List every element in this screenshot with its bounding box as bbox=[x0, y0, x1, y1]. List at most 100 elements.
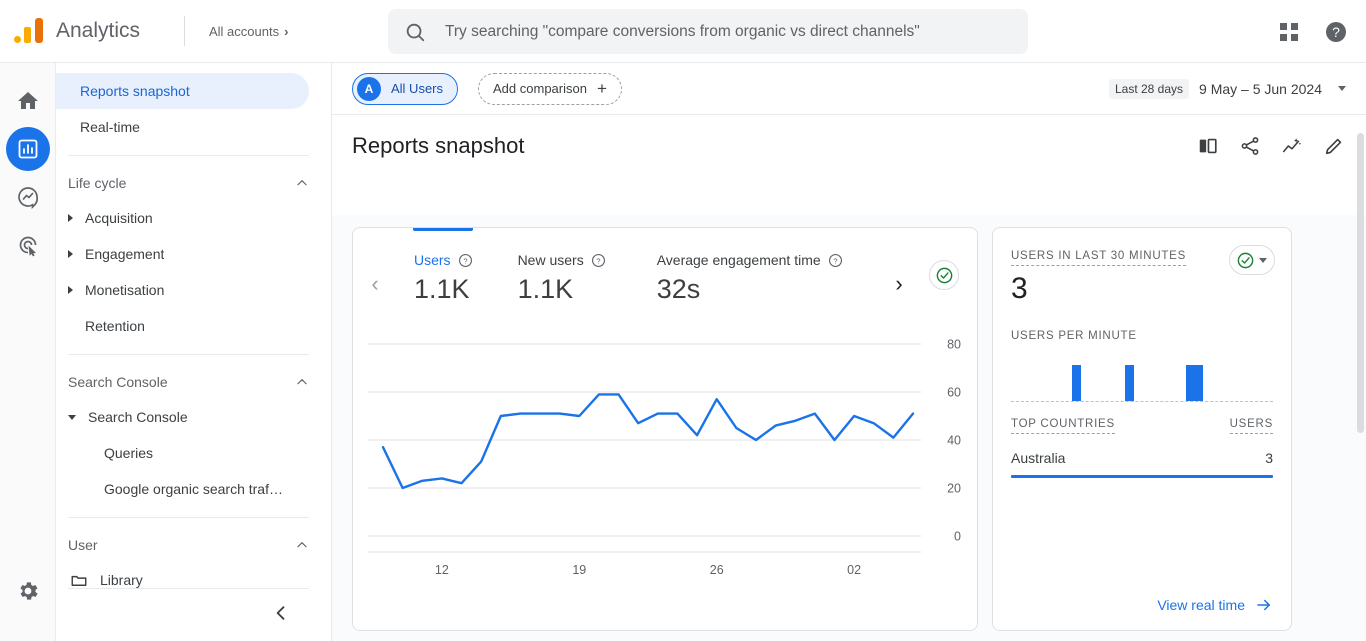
compare-icon bbox=[1199, 138, 1217, 154]
folder-icon bbox=[71, 575, 87, 586]
sidebar-item-queries[interactable]: Queries bbox=[56, 435, 309, 471]
svg-text:May: May bbox=[430, 578, 454, 580]
users-per-minute-bar bbox=[1194, 365, 1204, 401]
compare-button[interactable] bbox=[1194, 132, 1222, 160]
sidebar-item-monetisation[interactable]: Monetisation bbox=[56, 272, 309, 308]
avatar: A bbox=[357, 76, 381, 101]
search-icon bbox=[406, 23, 425, 41]
metric-value: 1.1K bbox=[414, 274, 470, 304]
rail-item-home[interactable] bbox=[6, 79, 50, 123]
app-header: Analytics All accounts › ? bbox=[0, 0, 1366, 63]
chevron-down-icon bbox=[68, 414, 76, 420]
arrow-right-icon bbox=[1257, 599, 1270, 611]
sidebar-item-label: Queries bbox=[104, 445, 154, 461]
chevron-up-icon bbox=[297, 379, 307, 385]
sidebar-item-google-organic-search-traffic[interactable]: Google organic search traf… bbox=[56, 471, 309, 507]
date-range-label: 9 May – 5 Jun 2024 bbox=[1199, 80, 1322, 97]
scrollbar[interactable] bbox=[1357, 133, 1364, 641]
rail-item-reports[interactable] bbox=[5, 127, 50, 171]
svg-text:?: ? bbox=[463, 256, 467, 265]
add-comparison-button[interactable]: Add comparison + bbox=[478, 72, 622, 105]
country-name: Australia bbox=[1011, 450, 1066, 466]
share-button[interactable] bbox=[1236, 132, 1264, 160]
metric-users[interactable]: Users ? 1.1K bbox=[414, 252, 473, 305]
search-input[interactable] bbox=[443, 21, 1012, 42]
sidebar-item-real-time[interactable]: Real-time bbox=[56, 109, 309, 145]
report-controls-bar: A All Users Add comparison + Last 28 day… bbox=[332, 63, 1366, 115]
chevron-right-icon: › bbox=[284, 23, 289, 39]
all-accounts-breadcrumb[interactable]: All accounts › bbox=[209, 24, 288, 39]
chevron-up-icon bbox=[297, 542, 307, 548]
metrics-prev-button[interactable]: ‹ bbox=[363, 271, 387, 296]
add-comparison-label: Add comparison bbox=[493, 81, 587, 96]
audience-chip-all-users[interactable]: A All Users bbox=[352, 72, 459, 105]
country-bar bbox=[1011, 475, 1273, 478]
svg-text:?: ? bbox=[596, 256, 600, 265]
table-row[interactable]: Australia 3 bbox=[1011, 450, 1273, 466]
sidebar-group-label: Life cycle bbox=[68, 175, 127, 191]
sidebar-item-label: Retention bbox=[85, 318, 145, 334]
metric-value: 32s bbox=[656, 274, 701, 304]
sidebar-group-life-cycle[interactable]: Life cycle bbox=[56, 166, 331, 200]
sidebar-divider bbox=[68, 517, 309, 518]
header-divider bbox=[184, 16, 185, 46]
sidebar-item-engagement[interactable]: Engagement bbox=[56, 236, 309, 272]
home-icon bbox=[17, 92, 38, 109]
scrollbar-thumb[interactable] bbox=[1357, 133, 1364, 433]
svg-text:12: 12 bbox=[435, 563, 449, 577]
realtime-status-badge[interactable] bbox=[1229, 245, 1275, 275]
users-over-time-chart[interactable]: 0 20 40 60 80 12May 19 26 02Jun bbox=[353, 328, 977, 580]
data-quality-badge[interactable] bbox=[929, 260, 959, 290]
realtime-users-value: 3 bbox=[1011, 272, 1028, 305]
rail-item-explore[interactable] bbox=[6, 175, 50, 219]
share-icon bbox=[1241, 137, 1259, 155]
advertising-target-icon bbox=[19, 236, 36, 257]
gear-icon bbox=[19, 582, 38, 600]
sidebar-item-reports-snapshot[interactable]: Reports snapshot bbox=[56, 73, 309, 109]
explore-icon bbox=[17, 187, 38, 209]
svg-text:40: 40 bbox=[947, 434, 961, 448]
apps-grid-icon[interactable] bbox=[1280, 22, 1298, 41]
plus-icon: + bbox=[596, 79, 607, 98]
sidebar-group-search-console[interactable]: Search Console bbox=[56, 365, 331, 399]
rail-item-settings[interactable] bbox=[6, 569, 50, 613]
sidebar-item-retention[interactable]: Retention bbox=[56, 308, 309, 344]
sidebar-item-library[interactable]: Library bbox=[56, 562, 309, 598]
help-icon[interactable]: ? bbox=[591, 253, 606, 268]
sidebar-collapse-button[interactable] bbox=[267, 599, 295, 627]
sidebar-item-label: Real-time bbox=[80, 119, 140, 135]
check-circle-icon bbox=[936, 267, 952, 283]
check-circle-icon bbox=[1237, 252, 1254, 268]
help-icon[interactable]: ? bbox=[458, 253, 473, 268]
sidebar-item-search-console[interactable]: Search Console bbox=[56, 399, 309, 435]
sidebar-item-label: Library bbox=[100, 572, 143, 588]
metric-average-engagement-time[interactable]: Average engagement time ? 32s bbox=[657, 252, 843, 305]
users-per-minute-bar bbox=[1072, 365, 1082, 401]
sidebar-group-user[interactable]: User bbox=[56, 528, 331, 562]
metric-label: Average engagement time bbox=[656, 252, 821, 268]
insights-icon bbox=[1282, 138, 1302, 153]
svg-text:Jun: Jun bbox=[844, 578, 864, 580]
cards-area: ‹ Users ? 1.1K New users ? 1.1K Average … bbox=[332, 215, 1366, 641]
svg-text:80: 80 bbox=[947, 338, 961, 352]
overview-card: ‹ Users ? 1.1K New users ? 1.1K Average … bbox=[352, 227, 978, 631]
metric-label: Users bbox=[414, 252, 451, 268]
insights-button[interactable] bbox=[1278, 132, 1306, 160]
svg-text:26: 26 bbox=[710, 563, 724, 577]
chevron-down-icon bbox=[1338, 86, 1346, 91]
help-circle-icon[interactable]: ? bbox=[1324, 20, 1348, 44]
search-box[interactable] bbox=[388, 9, 1028, 54]
sidebar-item-label: Reports snapshot bbox=[80, 83, 190, 99]
logo-area[interactable]: Analytics bbox=[0, 16, 160, 46]
view-real-time-link[interactable]: View real time bbox=[1157, 596, 1273, 614]
sidebar-item-label: Search Console bbox=[88, 409, 188, 425]
metric-new-users[interactable]: New users ? 1.1K bbox=[518, 252, 606, 305]
date-range-picker[interactable]: Last 28 days 9 May – 5 Jun 2024 bbox=[1108, 78, 1346, 99]
users-per-minute-bar bbox=[1185, 365, 1195, 401]
sidebar-item-acquisition[interactable]: Acquisition bbox=[56, 200, 309, 236]
edit-button[interactable] bbox=[1320, 132, 1348, 160]
metrics-next-button[interactable]: › bbox=[887, 271, 911, 296]
help-icon[interactable]: ? bbox=[828, 253, 843, 268]
top-countries-metric-label: USERS bbox=[1229, 418, 1273, 434]
rail-item-advertising[interactable] bbox=[6, 223, 50, 267]
